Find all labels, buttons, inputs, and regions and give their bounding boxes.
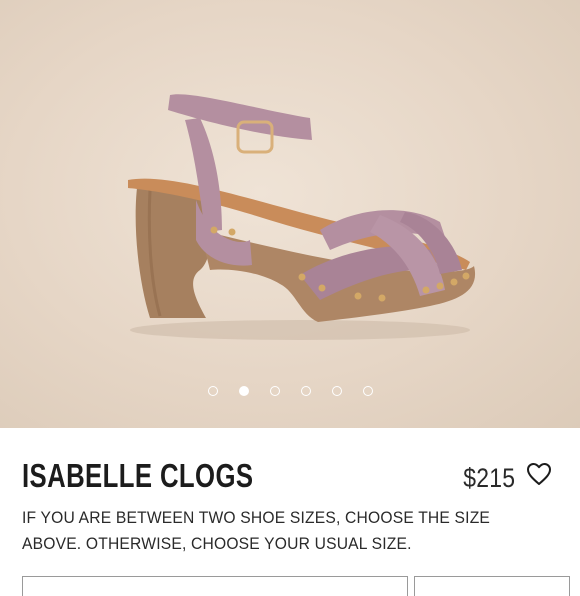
carousel-dot[interactable] [238,386,249,396]
heart-outline-icon[interactable] [526,462,552,486]
size-guidance-note: IF YOU ARE BETWEEN TWO SHOE SIZES, CHOOS… [22,508,491,553]
size-select[interactable] [22,576,408,596]
clog-product-photo [128,94,476,340]
product-price: $215 [462,463,515,493]
carousel-pagination [0,386,580,402]
carousel-dot[interactable] [269,386,280,396]
carousel-dot[interactable] [300,386,311,396]
carousel-dot[interactable] [207,386,218,396]
carousel-dot[interactable] [331,386,342,396]
product-title: ISABELLE CLOGS [22,457,254,494]
carousel-dot[interactable] [362,386,373,396]
quantity-select[interactable] [414,576,570,596]
product-image-carousel[interactable] [0,0,580,428]
